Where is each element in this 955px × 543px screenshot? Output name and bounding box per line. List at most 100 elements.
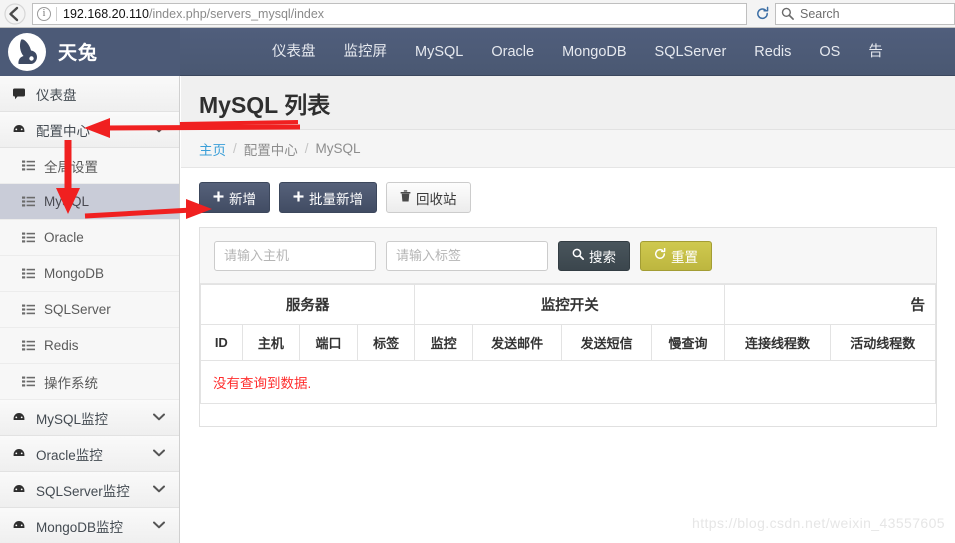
breadcrumb-home[interactable]: 主页 xyxy=(199,139,226,159)
sidebar-item-label: MySQL监控 xyxy=(36,411,109,427)
url-host: 192.168.20.110 xyxy=(63,6,149,21)
browser-toolbar: i 192.168.20.110/index.php/servers_mysql… xyxy=(0,0,955,28)
reset-button[interactable]: 重置 xyxy=(640,240,712,271)
sidebar-item-oracle-monitor[interactable]: Oracle监控 xyxy=(0,436,179,472)
chevron-down-icon xyxy=(153,520,165,532)
dashboard-icon xyxy=(12,123,30,137)
list-icon xyxy=(22,339,38,352)
sidebar-item-mysql-monitor[interactable]: MySQL监控 xyxy=(0,400,179,436)
recycle-bin-button-label: 回收站 xyxy=(416,191,457,207)
sidebar-item-oracle[interactable]: Oracle xyxy=(0,220,179,256)
dashboard-icon xyxy=(12,447,30,461)
nav-link-oracle[interactable]: Oracle xyxy=(477,28,548,76)
group-header-alert: 告 xyxy=(724,284,936,325)
column-header-active-threads[interactable]: 活动线程数 xyxy=(829,324,936,361)
column-header-connected-threads[interactable]: 连接线程数 xyxy=(724,324,831,361)
list-icon xyxy=(22,303,38,316)
url-divider xyxy=(56,6,57,21)
breadcrumb-mysql: MySQL xyxy=(315,141,361,156)
nav-link-monitor-screen[interactable]: 监控屏 xyxy=(330,28,402,76)
list-panel: 搜索 重置 服务器 监控开关 告 ID 主机 端口 标 xyxy=(199,227,937,427)
column-header-slow-query[interactable]: 慢查询 xyxy=(650,324,726,361)
table-body: 没有查询到数据. xyxy=(200,360,936,404)
breadcrumb-config-center[interactable]: 配置中心 xyxy=(244,139,298,159)
list-icon xyxy=(22,267,38,280)
table-empty-row: 没有查询到数据. xyxy=(200,360,936,404)
nav-link-mongodb[interactable]: MongoDB xyxy=(548,28,640,76)
tag-input[interactable] xyxy=(386,240,548,271)
sidebar-item-redis[interactable]: Redis xyxy=(0,328,179,364)
refresh-icon xyxy=(654,247,666,263)
reload-icon[interactable] xyxy=(749,3,775,25)
column-header-tag[interactable]: 标签 xyxy=(356,324,416,361)
column-header-send-sms[interactable]: 发送短信 xyxy=(561,324,652,361)
top-navbar: 天兔 仪表盘 监控屏 MySQL Oracle MongoDB SQLServe… xyxy=(0,27,955,76)
table-column-header-row: ID 主机 端口 标签 监控 发送邮件 发送短信 慢查询 连接线程数 活动线程数 xyxy=(200,324,936,361)
back-arrow-icon[interactable] xyxy=(0,1,30,27)
trash-icon xyxy=(400,190,411,205)
sidebar-item-os[interactable]: 操作系统 xyxy=(0,364,179,400)
sidebar-item-global-settings[interactable]: 全局设置 xyxy=(0,148,179,184)
sidebar-item-mongodb-monitor[interactable]: MongoDB监控 xyxy=(0,508,179,543)
column-header-monitor[interactable]: 监控 xyxy=(414,324,473,361)
chevron-down-icon xyxy=(153,124,165,136)
chevron-down-icon xyxy=(153,412,165,424)
nav-link-redis[interactable]: Redis xyxy=(740,28,805,76)
empty-message: 没有查询到数据. xyxy=(200,360,936,404)
nav-link-os[interactable]: OS xyxy=(805,28,854,76)
group-header-monitor-switch: 监控开关 xyxy=(414,284,726,325)
column-header-host[interactable]: 主机 xyxy=(241,324,301,361)
chevron-down-icon xyxy=(153,484,165,496)
list-icon xyxy=(22,159,38,172)
main-content: MySQL 列表 主页 / 配置中心 / MySQL 新增 批量新增 回收站 请… xyxy=(181,76,955,543)
sidebar-item-label: Oracle xyxy=(44,230,84,245)
url-text: 192.168.20.110/index.php/servers_mysql/i… xyxy=(63,7,324,21)
column-header-port[interactable]: 端口 xyxy=(299,324,358,361)
dashboard-icon xyxy=(12,411,30,425)
sidebar-item-label: Oracle监控 xyxy=(36,447,103,463)
sidebar-item-mongodb[interactable]: MongoDB xyxy=(0,256,179,292)
chevron-down-icon xyxy=(153,448,165,460)
column-header-id[interactable]: ID xyxy=(200,324,243,361)
sidebar-item-sqlserver[interactable]: SQLServer xyxy=(0,292,179,328)
sidebar-item-label: 仪表盘 xyxy=(36,87,77,103)
column-header-send-email[interactable]: 发送邮件 xyxy=(471,324,563,361)
sidebar-item-label: 配置中心 xyxy=(36,123,90,139)
host-input[interactable] xyxy=(214,240,376,271)
page-header: MySQL 列表 xyxy=(181,76,955,130)
page-title: MySQL 列表 xyxy=(199,91,331,118)
browser-search-box[interactable]: Search xyxy=(775,2,955,25)
sidebar-item-label: SQLServer xyxy=(44,302,111,317)
brand-name: 天兔 xyxy=(58,43,99,64)
nav-link-dashboard[interactable]: 仪表盘 xyxy=(258,28,330,76)
sidebar-item-label: MongoDB xyxy=(44,266,105,281)
nav-link-mysql[interactable]: MySQL xyxy=(401,28,477,76)
sidebar-item-mysql[interactable]: MySQL xyxy=(0,184,179,220)
add-button-label: 新增 xyxy=(229,191,256,207)
info-icon[interactable]: i xyxy=(37,6,51,21)
batch-add-button[interactable]: 批量新增 xyxy=(279,182,377,213)
brand-logo[interactable]: 天兔 xyxy=(0,27,180,76)
group-header-server: 服务器 xyxy=(200,284,416,325)
url-bar[interactable]: i 192.168.20.110/index.php/servers_mysql… xyxy=(32,2,747,25)
sidebar-item-label: 操作系统 xyxy=(44,375,98,391)
sidebar-item-label: MySQL xyxy=(44,194,90,209)
sidebar-item-sqlserver-monitor[interactable]: SQLServer监控 xyxy=(0,472,179,508)
nav-link-alert[interactable]: 告 xyxy=(854,28,897,76)
url-path: /index.php/servers_mysql/index xyxy=(148,6,325,21)
watermark: https://blog.csdn.net/weixin_43557605 xyxy=(692,515,945,531)
sidebar-item-config-center[interactable]: 配置中心 xyxy=(0,112,179,148)
table-head: 服务器 监控开关 告 ID 主机 端口 标签 监控 发送邮件 发送短信 慢查询 … xyxy=(200,284,936,361)
sidebar-item-label: 全局设置 xyxy=(44,159,98,175)
nav-link-sqlserver[interactable]: SQLServer xyxy=(641,28,741,76)
add-button[interactable]: 新增 xyxy=(199,182,270,213)
search-button-label: 搜索 xyxy=(589,249,616,265)
recycle-bin-button[interactable]: 回收站 xyxy=(386,182,471,213)
search-icon xyxy=(781,7,794,20)
sidebar-item-label: MongoDB监控 xyxy=(36,519,124,535)
search-button[interactable]: 搜索 xyxy=(558,240,630,271)
plus-icon xyxy=(213,190,224,205)
dashboard-icon xyxy=(12,519,30,533)
sidebar-item-dashboard[interactable]: 仪表盘 xyxy=(0,76,179,112)
breadcrumb-separator: / xyxy=(304,141,309,156)
